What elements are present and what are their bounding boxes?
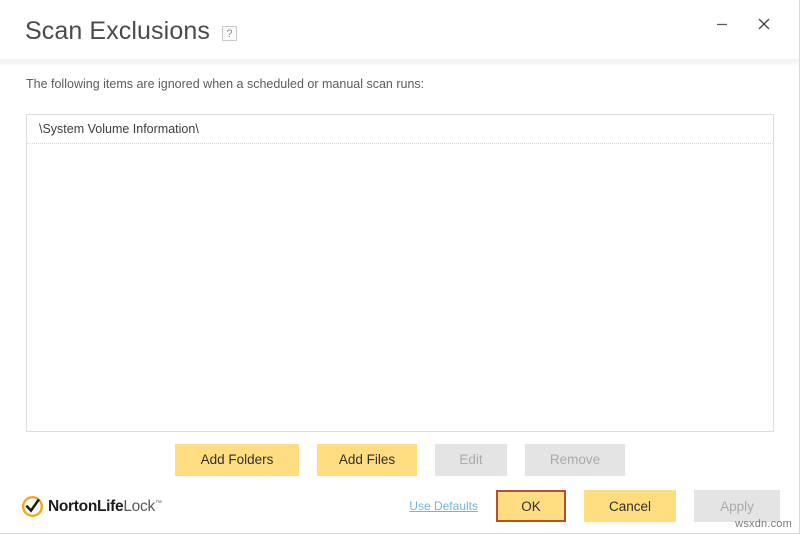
close-icon[interactable] xyxy=(751,11,777,37)
ok-button[interactable]: OK xyxy=(496,490,566,522)
cancel-button[interactable]: Cancel xyxy=(584,490,676,522)
add-files-button[interactable]: Add Files xyxy=(317,444,417,476)
dialog-buttons: Use Defaults OK Cancel Apply xyxy=(409,490,780,522)
minimize-icon[interactable] xyxy=(709,11,735,37)
description-text: The following items are ignored when a s… xyxy=(26,77,424,91)
brand-life: Life xyxy=(97,498,123,515)
help-icon[interactable]: ? xyxy=(222,26,237,41)
norton-checkmark-icon xyxy=(22,496,43,517)
list-actions-toolbar: Add Folders Add Files Edit Remove xyxy=(0,444,800,476)
nortonlifelock-logo: NortonLifeLock™ xyxy=(22,496,162,517)
footer-bar: NortonLifeLock™ Use Defaults OK Cancel A… xyxy=(0,484,800,534)
page-title: Scan Exclusions xyxy=(25,16,210,46)
exclusions-list[interactable]: \System Volume Information\ xyxy=(26,114,774,432)
use-defaults-link[interactable]: Use Defaults xyxy=(409,499,478,513)
remove-button[interactable]: Remove xyxy=(525,444,625,476)
brand-wordmark: NortonLifeLock™ xyxy=(48,498,162,516)
edit-button[interactable]: Edit xyxy=(435,444,507,476)
watermark-text: wsxdn.com xyxy=(735,518,792,530)
brand-trademark: ™ xyxy=(155,499,162,506)
brand-lock: Lock xyxy=(123,498,155,515)
scan-exclusions-dialog: Scan Exclusions ? The following items ar… xyxy=(0,0,800,534)
title-group: Scan Exclusions ? xyxy=(25,16,237,46)
list-item[interactable]: \System Volume Information\ xyxy=(27,115,773,144)
title-bar: Scan Exclusions ? xyxy=(0,0,799,59)
window-controls xyxy=(709,11,777,37)
add-folders-button[interactable]: Add Folders xyxy=(175,444,299,476)
brand-norton: Norton xyxy=(48,498,97,515)
header-divider xyxy=(0,59,799,66)
